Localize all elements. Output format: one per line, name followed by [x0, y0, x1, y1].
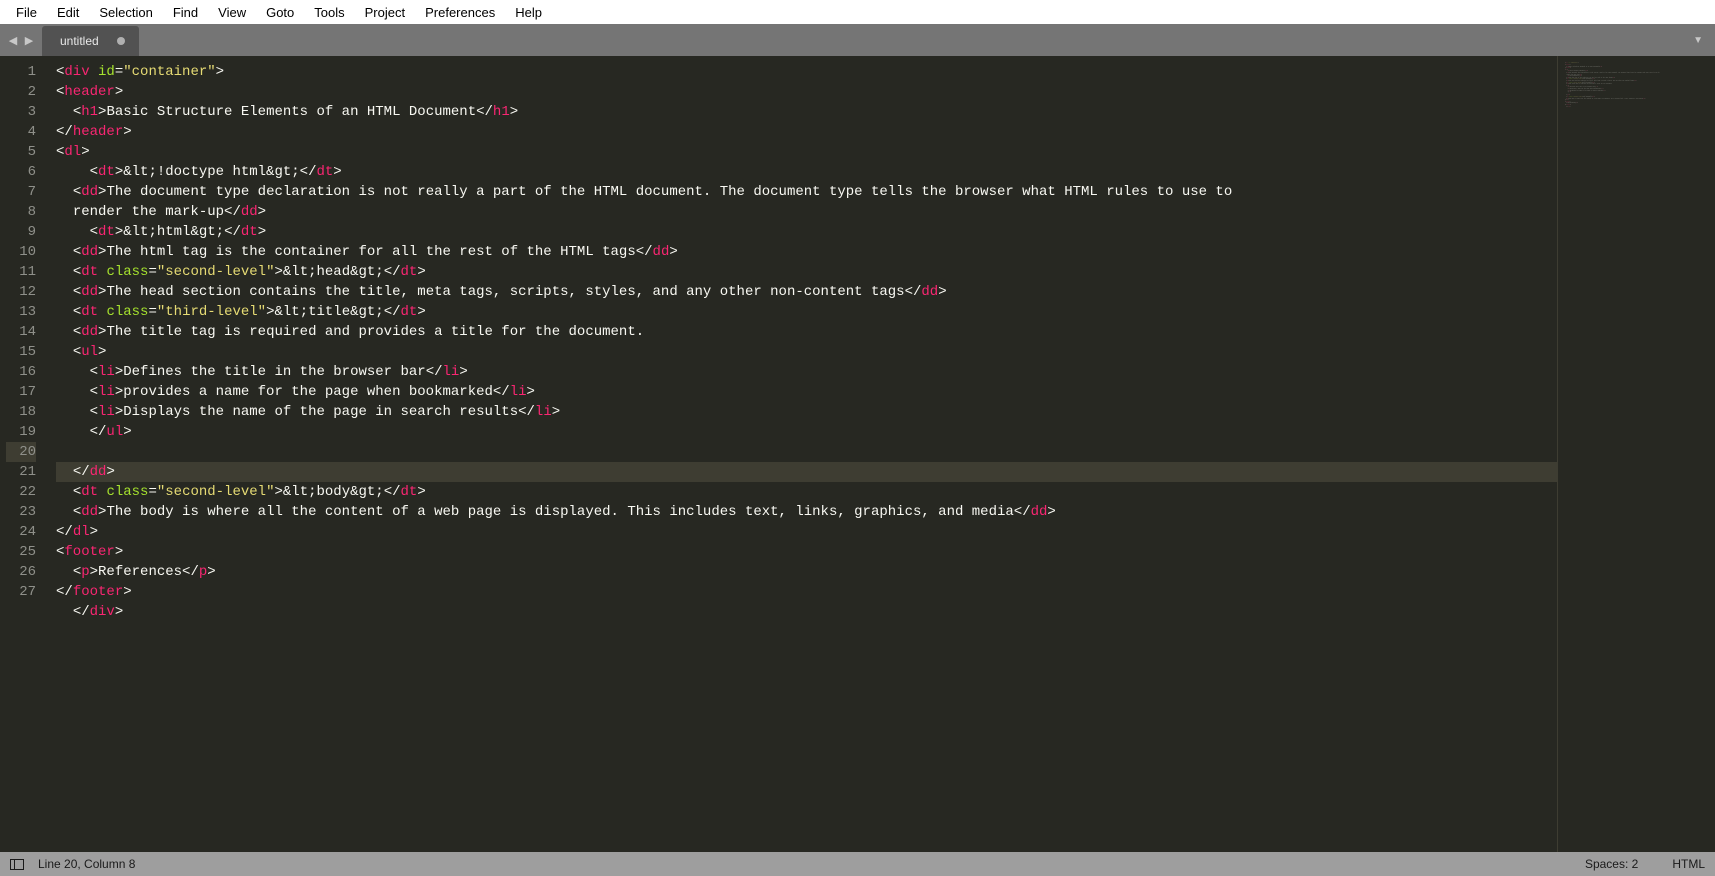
line-number: 11 [6, 262, 36, 282]
code-line[interactable]: <dt>&lt;html&gt;</dt> [56, 222, 1557, 242]
panel-icon[interactable] [10, 859, 24, 870]
code-line[interactable]: <dl> [56, 142, 1557, 162]
code-line[interactable]: <li>Defines the title in the browser bar… [56, 362, 1557, 382]
line-number: 2 [6, 82, 36, 102]
code-line[interactable]: <dt>&lt;!doctype html&gt;</dt> [56, 162, 1557, 182]
line-number: 14 [6, 322, 36, 342]
code-line[interactable]: <dd>The body is where all the content of… [56, 502, 1557, 522]
code-line[interactable]: </dl> [56, 522, 1557, 542]
code-line[interactable]: <dt class="second-level">&lt;head&gt;</d… [56, 262, 1557, 282]
code-line[interactable]: </dd> [56, 462, 1557, 482]
line-number-gutter[interactable]: 1234567891011121314151617181920212223242… [0, 56, 46, 852]
editor: 1234567891011121314151617181920212223242… [0, 56, 1715, 852]
menu-bar: FileEditSelectionFindViewGotoToolsProjec… [0, 0, 1715, 24]
code-line[interactable]: <footer> [56, 542, 1557, 562]
line-number: 12 [6, 282, 36, 302]
code-line[interactable]: <dd>The head section contains the title,… [56, 282, 1557, 302]
tab-bar: ◀ ▶ untitled ▼ [0, 24, 1715, 56]
cursor-position[interactable]: Line 20, Column 8 [38, 857, 135, 871]
line-number: 26 [6, 562, 36, 582]
line-number: 9 [6, 222, 36, 242]
code-line[interactable]: <header> [56, 82, 1557, 102]
code-line[interactable]: <div id="container"> [56, 62, 1557, 82]
line-number: 5 [6, 142, 36, 162]
line-number: 27 [6, 582, 36, 602]
code-line[interactable]: </header> [56, 122, 1557, 142]
code-line[interactable]: <li>provides a name for the page when bo… [56, 382, 1557, 402]
minimap[interactable]: <div id="container"><header> <h1>Basic S… [1557, 56, 1715, 852]
tab-title: untitled [60, 34, 99, 48]
file-tab[interactable]: untitled [42, 26, 139, 56]
line-number: 21 [6, 462, 36, 482]
code-line[interactable]: <ul> [56, 342, 1557, 362]
code-line[interactable]: <dd>The document type declaration is not… [56, 182, 1557, 202]
menu-goto[interactable]: Goto [256, 2, 304, 23]
code-area[interactable]: <div id="container"><header> <h1>Basic S… [46, 56, 1557, 852]
code-line[interactable]: <dd>The title tag is required and provid… [56, 322, 1557, 342]
code-line[interactable]: <h1>Basic Structure Elements of an HTML … [56, 102, 1557, 122]
code-line[interactable]: <dt class="second-level">&lt;body&gt;</d… [56, 482, 1557, 502]
menu-help[interactable]: Help [505, 2, 552, 23]
line-number: 17 [6, 382, 36, 402]
menu-project[interactable]: Project [355, 2, 415, 23]
line-number: 25 [6, 542, 36, 562]
tab-dropdown-icon[interactable]: ▼ [1681, 24, 1715, 56]
line-number: 10 [6, 242, 36, 262]
code-line[interactable]: <li>Displays the name of the page in sea… [56, 402, 1557, 422]
menu-find[interactable]: Find [163, 2, 208, 23]
line-number: 1 [6, 62, 36, 82]
code-line[interactable]: <dd>The html tag is the container for al… [56, 242, 1557, 262]
line-number: 8 [6, 202, 36, 222]
line-number: 7 [6, 182, 36, 202]
menu-edit[interactable]: Edit [47, 2, 89, 23]
syntax-language[interactable]: HTML [1672, 857, 1705, 871]
line-number: 13 [6, 302, 36, 322]
line-number: 18 [6, 402, 36, 422]
indent-setting[interactable]: Spaces: 2 [1585, 857, 1638, 871]
menu-view[interactable]: View [208, 2, 256, 23]
nav-forward-icon[interactable]: ▶ [22, 33, 36, 47]
code-line[interactable]: render the mark-up</dd> [56, 202, 1557, 222]
code-line[interactable] [56, 442, 1557, 462]
menu-selection[interactable]: Selection [89, 2, 162, 23]
line-number: 6 [6, 162, 36, 182]
line-number: 16 [6, 362, 36, 382]
tab-nav-arrows: ◀ ▶ [0, 24, 42, 56]
line-number: 15 [6, 342, 36, 362]
menu-tools[interactable]: Tools [304, 2, 354, 23]
nav-back-icon[interactable]: ◀ [6, 33, 20, 47]
unsaved-dot-icon [117, 37, 125, 45]
line-number: 4 [6, 122, 36, 142]
line-number: 22 [6, 482, 36, 502]
code-line[interactable]: <p>References</p> [56, 562, 1557, 582]
line-number: 23 [6, 502, 36, 522]
code-line[interactable]: <dt class="third-level">&lt;title&gt;</d… [56, 302, 1557, 322]
status-bar: Line 20, Column 8 Spaces: 2 HTML [0, 852, 1715, 876]
line-number: 19 [6, 422, 36, 442]
code-line[interactable]: </div> [56, 602, 1557, 622]
line-number: 20 [6, 442, 36, 462]
code-line[interactable]: </footer> [56, 582, 1557, 602]
line-number: 24 [6, 522, 36, 542]
code-line[interactable]: </ul> [56, 422, 1557, 442]
menu-file[interactable]: File [6, 2, 47, 23]
menu-preferences[interactable]: Preferences [415, 2, 505, 23]
line-number: 3 [6, 102, 36, 122]
